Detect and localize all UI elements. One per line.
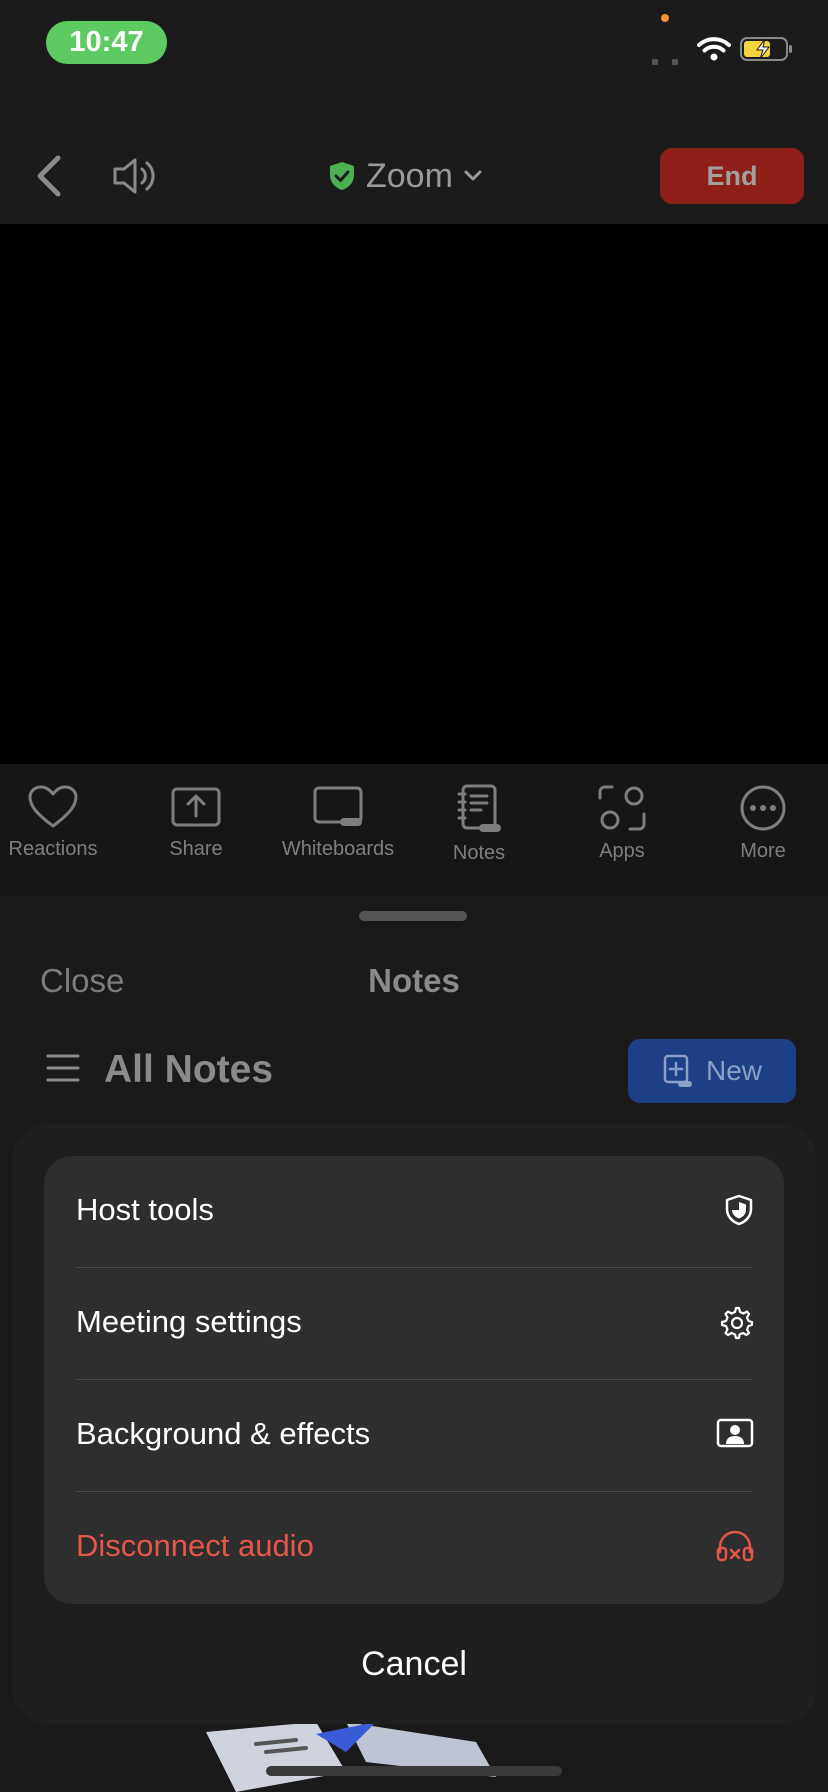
heart-icon	[28, 785, 78, 828]
option-label-meeting-settings: Meeting settings	[76, 1304, 302, 1339]
share-upload-icon	[171, 787, 221, 827]
toolbar-share[interactable]: Share	[126, 784, 266, 861]
toolbar-label-reactions: Reactions	[8, 838, 98, 860]
toolbar-label-notes: Notes	[452, 842, 506, 864]
option-label-host-tools: Host tools	[76, 1192, 214, 1227]
toolbar-reactions[interactable]: Reactions	[0, 784, 123, 861]
portrait-frame-icon	[716, 1418, 754, 1448]
toolbar-label-more: More	[740, 840, 786, 862]
more-options-sheet: Host tools Meeting settings Background &…	[12, 1124, 816, 1724]
option-background-effects[interactable]: Background & effects	[44, 1380, 784, 1492]
more-icon	[740, 785, 786, 831]
option-label-background-effects: Background & effects	[76, 1416, 371, 1451]
option-host-tools[interactable]: Host tools	[44, 1156, 784, 1268]
gear-icon	[720, 1306, 754, 1340]
chevron-down-icon	[464, 170, 482, 181]
speaker-icon[interactable]	[112, 156, 162, 196]
screen: 10:47 Zoom End Reactions Share Whiteboar…	[0, 0, 828, 1792]
end-meeting-button[interactable]: End	[660, 148, 804, 204]
toolbar-label-apps: Apps	[599, 840, 645, 862]
new-note-button[interactable]: New	[628, 1039, 796, 1103]
whiteboard-icon	[313, 786, 363, 826]
battery-charging-icon	[740, 37, 792, 61]
toolbar-notes[interactable]: Notes	[409, 784, 549, 865]
headphones-off-icon	[716, 1530, 754, 1562]
meeting-header: Zoom End	[0, 100, 828, 224]
status-time: 10:47	[46, 21, 167, 64]
apps-icon	[598, 785, 646, 831]
meeting-title[interactable]: Zoom	[328, 154, 483, 198]
new-note-icon	[663, 1054, 692, 1087]
toolbar-more[interactable]: More	[693, 784, 828, 863]
status-bar: 10:47	[0, 0, 828, 100]
shield-check-icon	[330, 162, 354, 190]
hamburger-menu-icon[interactable]	[46, 1052, 80, 1084]
close-notes-button[interactable]: Close	[40, 962, 124, 1000]
toolbar-label-share: Share	[169, 838, 223, 860]
option-disconnect-audio[interactable]: Disconnect audio	[44, 1492, 784, 1604]
toolbar-label-whiteboards: Whiteboards	[281, 838, 395, 860]
options-list: Host tools Meeting settings Background &…	[44, 1156, 784, 1604]
toolbar-apps[interactable]: Apps	[552, 784, 692, 863]
home-indicator[interactable]	[266, 1766, 562, 1776]
cancel-button[interactable]: Cancel	[12, 1620, 816, 1708]
all-notes-heading: All Notes	[104, 1048, 274, 1091]
video-area	[0, 224, 828, 764]
notes-icon	[457, 784, 501, 832]
back-icon[interactable]	[34, 154, 64, 198]
wifi-icon	[697, 37, 731, 61]
option-label-disconnect-audio: Disconnect audio	[76, 1528, 314, 1563]
sheet-grabber[interactable]	[359, 911, 467, 921]
toolbar-whiteboards[interactable]: Whiteboards	[268, 784, 408, 861]
signal-icon	[652, 52, 692, 70]
option-meeting-settings[interactable]: Meeting settings	[44, 1268, 784, 1380]
mic-indicator-dot	[661, 14, 669, 22]
meeting-title-label: Zoom	[366, 156, 453, 195]
new-note-label: New	[705, 1055, 762, 1086]
shield-icon	[725, 1194, 753, 1226]
meeting-toolbar: Reactions Share Whiteboards Notes Apps M…	[0, 764, 828, 896]
notes-illustration	[206, 1722, 496, 1792]
